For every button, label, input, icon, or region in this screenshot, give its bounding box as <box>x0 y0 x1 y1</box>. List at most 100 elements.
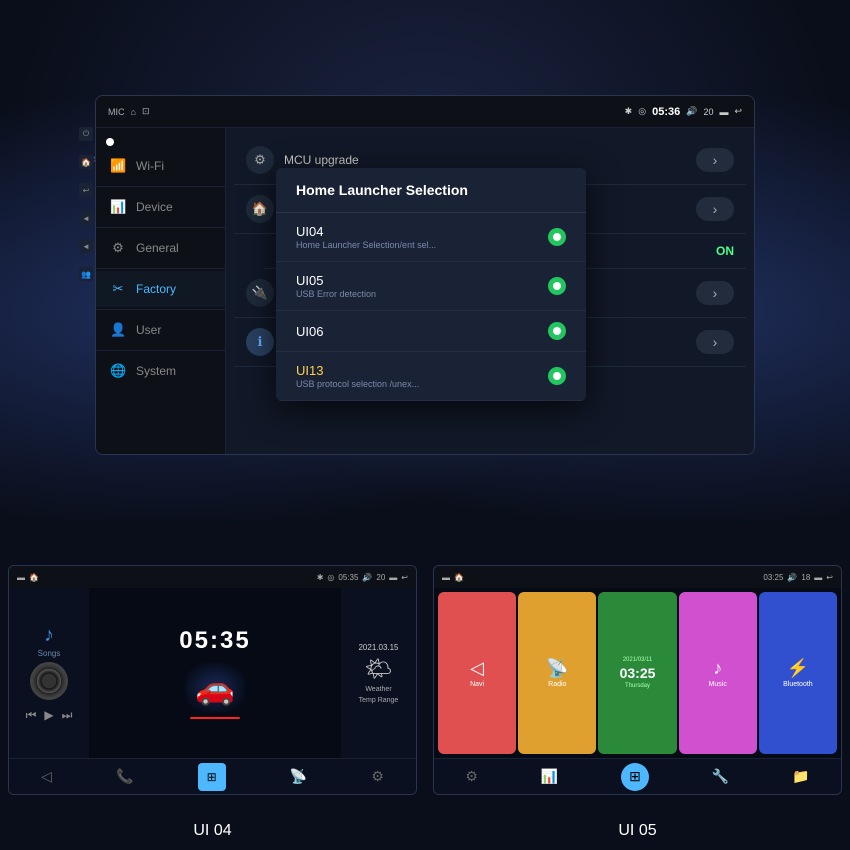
playback-controls: ⏮ ▶ ⏭ <box>26 708 73 723</box>
sidebar-item-wifi[interactable]: 📶 Wi-Fi <box>96 148 225 184</box>
sidebar-item-system[interactable]: 🌐 System <box>96 353 225 389</box>
protocol-icon: 🔌 <box>246 279 274 307</box>
sidebar-divider-1 <box>96 186 225 187</box>
ui05-nav: ⚙ 📊 ⊞ 🔧 📁 <box>434 758 841 794</box>
sidebar: 📶 Wi-Fi 📊 Device ⚙ General ✂ Factory 👤 U… <box>96 128 226 454</box>
nav-home-button[interactable]: ⊞ <box>198 763 226 791</box>
dropdown-item-ui04[interactable]: UI04 Home Launcher Selection/ent sel... <box>276 213 586 262</box>
launcher-chevron[interactable]: › <box>696 197 734 221</box>
ui04-home-icon: 🏠 <box>29 573 39 582</box>
music-area: ♪ Songs <box>38 624 61 658</box>
vol-down-btn[interactable]: ◄ <box>79 211 93 225</box>
car-visual: 🚗 <box>185 663 245 713</box>
sidebar-item-general[interactable]: ⚙ General <box>96 230 225 266</box>
ui04-vol-level: 20 <box>376 573 385 582</box>
ui05-vol-level: 18 <box>801 573 810 582</box>
nav-antenna-icon[interactable]: 📡 <box>290 768 307 785</box>
ui04-status-right: ✱ ◎ 05:35 🔊 20 ▬ ↩ <box>317 573 408 582</box>
clock-day: Thursday <box>625 683 650 689</box>
dropdown-ui05-sub: USB Error detection <box>296 289 376 299</box>
radio-tile[interactable]: 📡 Radio <box>518 592 596 754</box>
music-tile-icon: ♪ <box>713 658 722 679</box>
ui04-screen: ▬ 🏠 ✱ ◎ 05:35 🔊 20 ▬ ↩ ♪ Songs <box>8 565 417 795</box>
sidebar-item-factory[interactable]: ✂ Factory <box>96 271 225 307</box>
clock-tile[interactable]: 2021/03/11 03:25 Thursday <box>598 592 676 754</box>
sidebar-item-device[interactable]: 📊 Device <box>96 189 225 225</box>
ui04-bt-icon: ✱ <box>317 573 324 582</box>
screenshot-icon: ⊡ <box>142 106 150 117</box>
wifi-status-icon: ◎ <box>638 106 646 117</box>
main-screen: MIC ⌂ ⊡ ✱ ◎ 05:36 🔊 20 ▬ ↩ 📶 Wi-Fi 📊 Dev <box>95 95 755 455</box>
bluetooth-icon: ✱ <box>625 106 633 117</box>
sidebar-factory-label: Factory <box>136 282 176 296</box>
ui04-label: UI 04 <box>0 822 425 840</box>
dropdown-ui05-label: UI05 <box>296 273 376 288</box>
ui05-vol-icon: 🔊 <box>787 573 797 582</box>
music-note-icon: ♪ <box>44 624 54 647</box>
play-button[interactable]: ▶ <box>44 708 53 723</box>
ui05-nav-home[interactable]: ⊞ <box>621 763 649 791</box>
ui05-nav-chart[interactable]: 📊 <box>541 768 558 785</box>
ui05-screen: ▬ 🏠 03:25 🔊 18 ▬ ↩ ◁ Navi 📡 Radio 202 <box>433 565 842 795</box>
navi-label: Navi <box>470 681 484 688</box>
dropdown-item-ui13[interactable]: UI13 USB protocol selection /unex... <box>276 352 586 401</box>
dropdown-ui04-label: UI04 <box>296 224 436 239</box>
user-icon-btn[interactable]: 👥 <box>79 267 93 281</box>
sidebar-divider-3 <box>96 268 225 269</box>
status-time: 05:36 <box>652 106 680 118</box>
ui04-center-panel: 05:35 🚗 <box>89 588 341 758</box>
car-indicator <box>190 717 240 719</box>
volume-level: 20 <box>703 107 713 117</box>
ui04-content: ♪ Songs ⏮ ▶ ⏭ 05:35 🚗 2021.03.15 � <box>9 588 416 758</box>
dropdown-overlay: Home Launcher Selection UI04 Home Launch… <box>276 168 586 401</box>
ui04-back-icon[interactable]: ↩ <box>401 573 408 582</box>
ui05-back-icon[interactable]: ↩ <box>826 573 833 582</box>
screen-content: 📶 Wi-Fi 📊 Device ⚙ General ✂ Factory 👤 U… <box>96 128 754 454</box>
export-chevron[interactable]: › <box>696 330 734 354</box>
dropdown-item-ui05-left: UI05 USB Error detection <box>296 273 376 299</box>
dropdown-item-ui13-left: UI13 USB protocol selection /unex... <box>296 363 419 389</box>
general-icon: ⚙ <box>110 240 126 256</box>
vinyl-icon <box>30 662 68 700</box>
home-icon: ⌂ <box>131 107 136 117</box>
sidebar-item-user[interactable]: 👤 User <box>96 312 225 348</box>
music-tile[interactable]: ♪ Music <box>679 592 757 754</box>
nav-settings-icon[interactable]: ⚙ <box>371 768 384 785</box>
nav-navigation-icon[interactable]: ◁ <box>41 768 52 785</box>
back-side-btn[interactable]: ↩ <box>79 183 93 197</box>
dropdown-header: Home Launcher Selection <box>276 168 586 213</box>
status-bar: MIC ⌂ ⊡ ✱ ◎ 05:36 🔊 20 ▬ ↩ <box>96 96 754 128</box>
sidebar-device-label: Device <box>136 200 173 214</box>
bluetooth-tile[interactable]: ⚡ Bluetooth <box>759 592 837 754</box>
dropdown-item-ui05[interactable]: UI05 USB Error detection <box>276 262 586 311</box>
ui04-status-bar: ▬ 🏠 ✱ ◎ 05:35 🔊 20 ▬ ↩ <box>9 566 416 588</box>
wifi-icon: 📶 <box>110 158 126 174</box>
nav-phone-icon[interactable]: 📞 <box>116 768 133 785</box>
on-badge: ON <box>716 244 734 258</box>
back-arrow[interactable]: ↩ <box>734 106 742 117</box>
ui05-nav-gear[interactable]: 🔧 <box>712 768 729 785</box>
weather-date: 2021.03.15 <box>358 643 398 652</box>
ui05-nav-wheel[interactable]: ⚙ <box>465 768 478 785</box>
radio-ui06 <box>548 322 566 340</box>
ui04-wifi-icon: ◎ <box>327 573 334 582</box>
next-button[interactable]: ⏭ <box>62 708 73 723</box>
home-side-btn[interactable]: 🏠 <box>79 155 93 169</box>
navi-tile[interactable]: ◁ Navi <box>438 592 516 754</box>
ui05-battery-icon: ▬ <box>442 573 450 582</box>
power-btn[interactable]: ⏻ <box>79 127 93 141</box>
ui04-left-panel: ♪ Songs ⏮ ▶ ⏭ <box>9 588 89 758</box>
sidebar-general-label: General <box>136 241 179 255</box>
ui05-nav-folder[interactable]: 📁 <box>792 768 809 785</box>
ui04-right-panel: 2021.03.15 🌤 Weather Temp Range <box>341 588 416 758</box>
protocol-chevron[interactable]: › <box>696 281 734 305</box>
side-controls: ⏻ 🏠 ↩ ◄ ◄ 👥 <box>77 127 95 281</box>
dropdown-item-ui06[interactable]: UI06 <box>276 311 586 352</box>
mcu-icon: ⚙ <box>246 146 274 174</box>
vol-up-btn[interactable]: ◄ <box>79 239 93 253</box>
prev-button[interactable]: ⏮ <box>26 708 37 723</box>
sidebar-user-label: User <box>136 323 161 337</box>
bluetooth-icon: ⚡ <box>787 658 809 679</box>
status-right: ✱ ◎ 05:36 🔊 20 ▬ ↩ <box>625 106 742 118</box>
mcu-chevron[interactable]: › <box>696 148 734 172</box>
